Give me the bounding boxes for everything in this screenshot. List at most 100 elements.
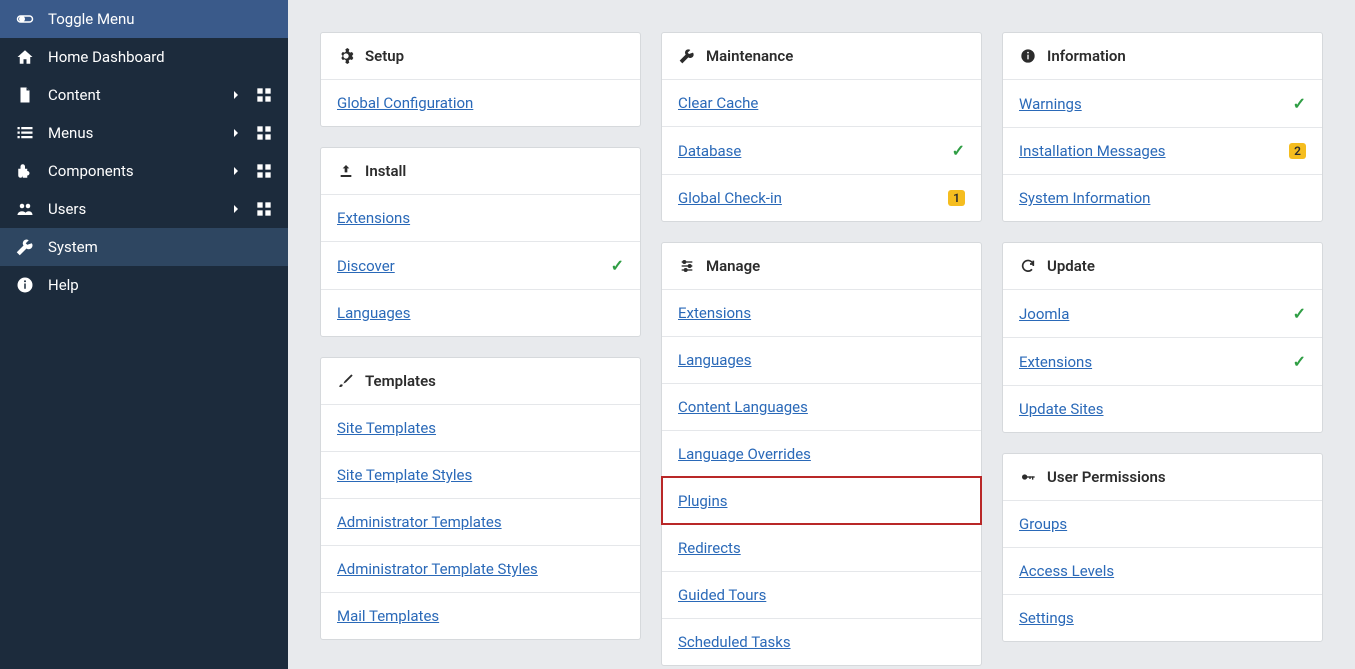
dashboard-icon[interactable] xyxy=(256,87,272,103)
toggle-icon xyxy=(16,10,34,28)
chevron-right-icon xyxy=(230,89,242,101)
card-header-templates: Templates xyxy=(321,358,640,404)
sidebar-item-users[interactable]: Users xyxy=(0,190,288,228)
sidebar-item-label: Home Dashboard xyxy=(48,48,272,66)
check-icon: ✓ xyxy=(611,256,624,275)
card-user-permissions: User Permissions Groups Access Levels Se… xyxy=(1002,453,1323,642)
card-information: Information Warnings ✓ Installation Mess… xyxy=(1002,32,1323,222)
card-header-manage: Manage xyxy=(662,243,981,289)
link-update-joomla[interactable]: Joomla ✓ xyxy=(1003,289,1322,337)
link-install-extensions[interactable]: Extensions xyxy=(321,194,640,241)
chevron-right-icon xyxy=(230,203,242,215)
wrench-icon xyxy=(678,47,696,65)
card-install: Install Extensions Discover ✓ Languages xyxy=(320,147,641,337)
link-install-discover[interactable]: Discover ✓ xyxy=(321,241,640,289)
column-3: Information Warnings ✓ Installation Mess… xyxy=(1002,32,1323,637)
badge-checkin: 1 xyxy=(948,190,965,206)
card-header-information: Information xyxy=(1003,33,1322,79)
link-global-configuration[interactable]: Global Configuration xyxy=(321,79,640,126)
link-manage-languages[interactable]: Languages xyxy=(662,336,981,383)
chevron-right-icon xyxy=(230,127,242,139)
link-update-sites[interactable]: Update Sites xyxy=(1003,385,1322,432)
sidebar-item-help[interactable]: Help xyxy=(0,266,288,304)
link-update-extensions[interactable]: Extensions ✓ xyxy=(1003,337,1322,385)
sidebar-item-label: Content xyxy=(48,86,230,104)
sidebar-item-label: Menus xyxy=(48,124,230,142)
file-icon xyxy=(16,86,34,104)
card-manage: Manage Extensions Languages Content Lang… xyxy=(661,242,982,666)
link-admin-template-styles[interactable]: Administrator Template Styles xyxy=(321,545,640,592)
sidebar-item-system[interactable]: System xyxy=(0,228,288,266)
sidebar-item-label: System xyxy=(48,238,272,256)
link-language-overrides[interactable]: Language Overrides xyxy=(662,430,981,477)
sidebar-item-label: Components xyxy=(48,162,230,180)
card-title: Manage xyxy=(706,257,760,275)
link-global-checkin[interactable]: Global Check-in 1 xyxy=(662,174,981,221)
column-1: Setup Global Configuration Install Exten… xyxy=(320,32,641,637)
card-title: Information xyxy=(1047,47,1126,65)
link-plugins[interactable]: Plugins xyxy=(662,477,981,524)
link-settings[interactable]: Settings xyxy=(1003,594,1322,641)
link-manage-extensions[interactable]: Extensions xyxy=(662,289,981,336)
link-content-languages[interactable]: Content Languages xyxy=(662,383,981,430)
link-database[interactable]: Database ✓ xyxy=(662,126,981,174)
link-scheduled-tasks[interactable]: Scheduled Tasks xyxy=(662,618,981,665)
info-icon xyxy=(16,276,34,294)
card-header-update: Update xyxy=(1003,243,1322,289)
card-title: User Permissions xyxy=(1047,468,1166,486)
link-site-templates[interactable]: Site Templates xyxy=(321,404,640,451)
link-redirects[interactable]: Redirects xyxy=(662,524,981,571)
dashboard-icon[interactable] xyxy=(256,201,272,217)
sidebar-item-label: Help xyxy=(48,276,272,294)
link-groups[interactable]: Groups xyxy=(1003,500,1322,547)
key-icon xyxy=(1019,468,1037,486)
sidebar-toggle[interactable]: Toggle Menu xyxy=(0,0,288,38)
card-header-setup: Setup xyxy=(321,33,640,79)
users-icon xyxy=(16,200,34,218)
list-icon xyxy=(16,124,34,142)
link-mail-templates[interactable]: Mail Templates xyxy=(321,592,640,639)
dashboard-icon[interactable] xyxy=(256,125,272,141)
card-title: Maintenance xyxy=(706,47,793,65)
card-header-user-permissions: User Permissions xyxy=(1003,454,1322,500)
sidebar-item-components[interactable]: Components xyxy=(0,152,288,190)
check-icon: ✓ xyxy=(952,141,965,160)
link-installation-messages[interactable]: Installation Messages 2 xyxy=(1003,127,1322,174)
wrench-icon xyxy=(16,238,34,256)
card-title: Update xyxy=(1047,257,1095,275)
sidebar: Toggle Menu Home Dashboard Content Menus xyxy=(0,0,288,669)
puzzle-icon xyxy=(16,162,34,180)
sidebar-item-label: Users xyxy=(48,200,230,218)
badge-install-messages: 2 xyxy=(1289,143,1306,159)
link-site-template-styles[interactable]: Site Template Styles xyxy=(321,451,640,498)
link-access-levels[interactable]: Access Levels xyxy=(1003,547,1322,594)
sidebar-item-menus[interactable]: Menus xyxy=(0,114,288,152)
link-system-information[interactable]: System Information xyxy=(1003,174,1322,221)
column-2: Maintenance Clear Cache Database ✓ Globa… xyxy=(661,32,982,637)
brush-icon xyxy=(337,372,355,390)
card-setup: Setup Global Configuration xyxy=(320,32,641,127)
link-install-languages[interactable]: Languages xyxy=(321,289,640,336)
sync-icon xyxy=(1019,257,1037,275)
sidebar-item-home[interactable]: Home Dashboard xyxy=(0,38,288,76)
chevron-right-icon xyxy=(230,165,242,177)
link-clear-cache[interactable]: Clear Cache xyxy=(662,79,981,126)
main-content: Setup Global Configuration Install Exten… xyxy=(288,0,1355,669)
link-warnings[interactable]: Warnings ✓ xyxy=(1003,79,1322,127)
info-circle-icon xyxy=(1019,47,1037,65)
sidebar-item-content[interactable]: Content xyxy=(0,76,288,114)
check-icon: ✓ xyxy=(1293,304,1306,323)
dashboard-icon[interactable] xyxy=(256,163,272,179)
link-admin-templates[interactable]: Administrator Templates xyxy=(321,498,640,545)
upload-icon xyxy=(337,162,355,180)
card-update: Update Joomla ✓ Extensions ✓ Update Site… xyxy=(1002,242,1323,433)
home-icon xyxy=(16,48,34,66)
card-templates: Templates Site Templates Site Template S… xyxy=(320,357,641,640)
card-title: Templates xyxy=(365,372,436,390)
link-guided-tours[interactable]: Guided Tours xyxy=(662,571,981,618)
card-header-maintenance: Maintenance xyxy=(662,33,981,79)
check-icon: ✓ xyxy=(1293,94,1306,113)
card-title: Setup xyxy=(365,47,404,65)
card-header-install: Install xyxy=(321,148,640,194)
sidebar-toggle-label: Toggle Menu xyxy=(48,10,272,28)
